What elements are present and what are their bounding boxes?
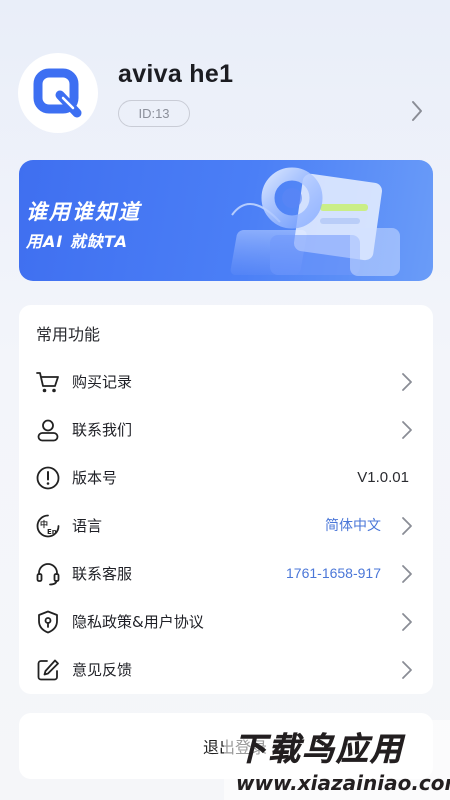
banner-title: 谁用谁知道	[26, 200, 141, 224]
feedback-label: 意见反馈	[72, 660, 133, 679]
edit-icon	[37, 659, 59, 681]
chevron-right-icon	[402, 373, 412, 391]
profile-header[interactable]: aviva he1 ID:13	[0, 0, 450, 150]
functions-title: 常用功能	[36, 325, 101, 344]
language-icon: 中 En	[36, 514, 60, 538]
chevron-right-icon	[402, 565, 412, 583]
app-logo-q-icon	[33, 68, 82, 118]
version-value: V1.0.01	[357, 468, 409, 486]
chevron-right-icon	[402, 613, 412, 631]
watermark-logo: 下载鸟应用 www.xiazainiao.com	[224, 720, 450, 800]
chevron-right-icon	[402, 517, 412, 535]
privacy-policy-row[interactable]: 隐私政策&用户协议	[19, 597, 433, 645]
purchase-records-row[interactable]: 购买记录	[19, 357, 433, 405]
banner-subtitle: 用AI 就缺TA	[26, 232, 128, 251]
version-row: 版本号 V1.0.01	[19, 453, 433, 501]
watermark-url: www.xiazainiao.com	[236, 771, 450, 795]
language-row[interactable]: 中 En 语言 简体中文	[19, 501, 433, 549]
chevron-right-icon[interactable]	[410, 100, 424, 122]
customer-service-phone[interactable]: 1761-1658-917	[286, 565, 381, 581]
feedback-row[interactable]: 意见反馈	[19, 645, 433, 693]
watermark-title: 下载鸟应用	[234, 730, 406, 768]
contact-us-row[interactable]: 联系我们	[19, 405, 433, 453]
privacy-policy-label: 隐私政策&用户协议	[72, 612, 204, 631]
customer-service-row[interactable]: 联系客服 1761-1658-917	[19, 549, 433, 597]
user-id-badge: ID:13	[118, 100, 190, 127]
contact-us-label: 联系我们	[72, 420, 133, 439]
user-icon	[37, 419, 59, 442]
language-value: 简体中文	[325, 517, 381, 533]
banner-illustration	[230, 167, 400, 276]
avatar[interactable]	[18, 53, 98, 133]
svg-text:En: En	[47, 528, 57, 536]
shield-icon	[38, 610, 58, 634]
purchase-records-label: 购买记录	[72, 372, 133, 391]
customer-service-label: 联系客服	[72, 564, 133, 583]
headset-icon	[36, 563, 60, 586]
cart-icon	[36, 372, 59, 393]
chevron-right-icon	[402, 661, 412, 679]
username: aviva he1	[118, 60, 234, 88]
info-icon	[36, 466, 60, 490]
chevron-right-icon	[402, 421, 412, 439]
language-label: 语言	[72, 516, 103, 535]
version-label: 版本号	[72, 468, 118, 487]
